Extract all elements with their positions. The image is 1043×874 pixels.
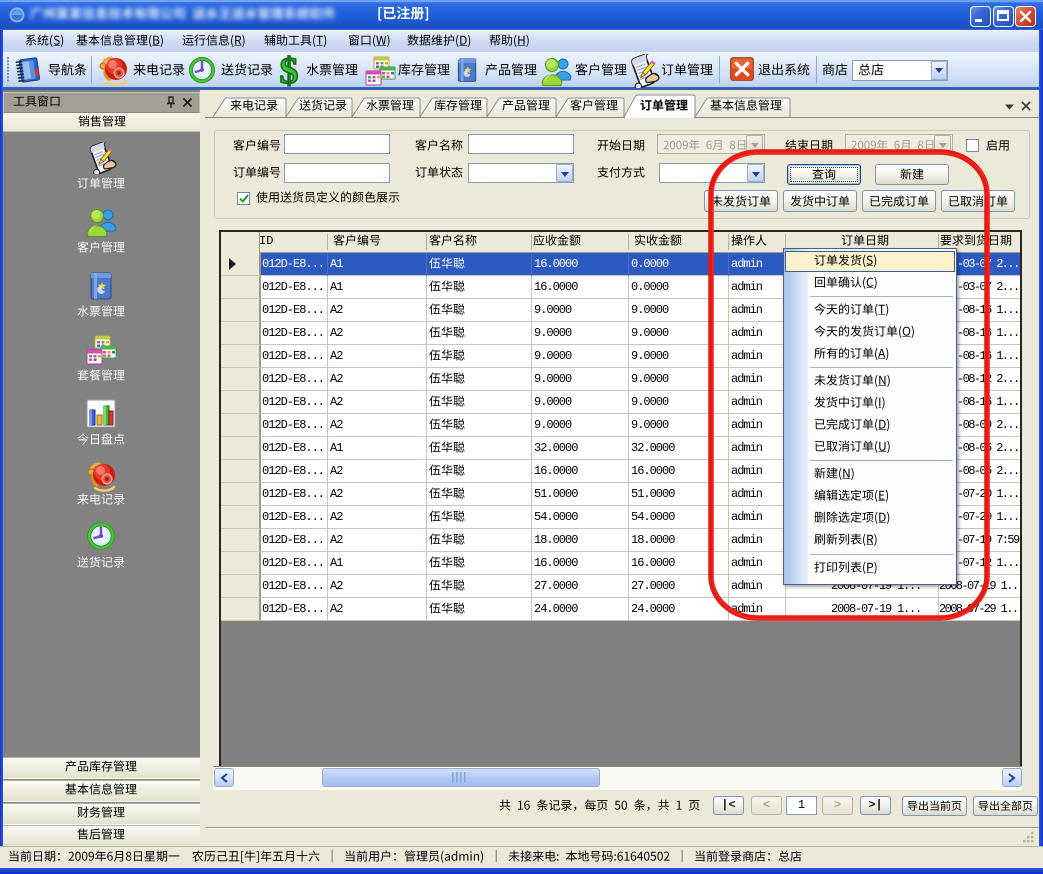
svg-text:$: $	[280, 52, 299, 88]
